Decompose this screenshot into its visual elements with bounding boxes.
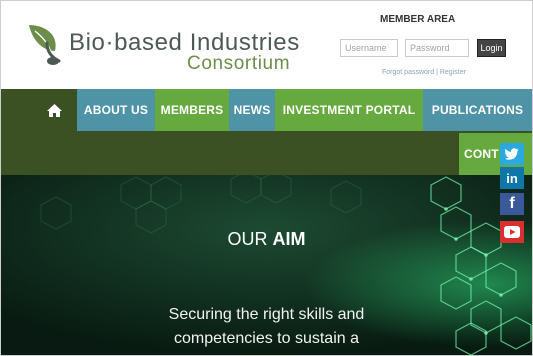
- hero-heading: OUR AIM: [1, 229, 532, 250]
- hero-tagline: Securing the right skills and competenci…: [1, 303, 532, 351]
- site-header: Bio·based Industries Consortium MEMBER A…: [1, 1, 532, 88]
- page-frame: Bio·based Industries Consortium MEMBER A…: [0, 0, 533, 356]
- main-nav: ABOUT US MEMBERS NEWS INVESTMENT PORTAL …: [1, 89, 532, 175]
- nav-news[interactable]: NEWS: [229, 89, 275, 131]
- password-input[interactable]: [405, 39, 469, 57]
- username-input[interactable]: [340, 39, 398, 57]
- linkedin-button[interactable]: in: [500, 167, 524, 189]
- youtube-button[interactable]: [500, 221, 524, 243]
- tagline-line-1: Securing the right skills and: [168, 306, 365, 323]
- hero-heading-prefix: OUR: [227, 229, 273, 249]
- logo-subtitle: Consortium: [187, 53, 291, 74]
- hero-banner: OUR AIM Securing the right skills and co…: [1, 175, 532, 355]
- facebook-button[interactable]: f: [500, 193, 524, 215]
- twitter-icon: [505, 148, 519, 160]
- login-button[interactable]: Login: [477, 39, 506, 57]
- register-link[interactable]: Register: [440, 69, 466, 76]
- account-links: Forgot password | Register: [382, 69, 466, 76]
- member-area-title: MEMBER AREA: [380, 14, 456, 25]
- nav-investment-portal[interactable]: INVESTMENT PORTAL: [275, 89, 423, 131]
- twitter-button[interactable]: [500, 143, 524, 165]
- leaf-logo-icon: [29, 25, 61, 65]
- home-icon: [46, 103, 62, 117]
- nav-home[interactable]: [31, 89, 77, 131]
- youtube-icon: [504, 226, 520, 238]
- nav-about-us[interactable]: ABOUT US: [77, 89, 155, 131]
- hero-heading-strong: AIM: [272, 229, 306, 249]
- tagline-line-2: competencies to sustain a: [174, 330, 359, 347]
- nav-publications[interactable]: PUBLICATIONS: [423, 89, 532, 131]
- logo[interactable]: Bio·based Industries Consortium: [25, 19, 315, 79]
- forgot-password-link[interactable]: Forgot password: [382, 69, 434, 76]
- nav-members[interactable]: MEMBERS: [155, 89, 229, 131]
